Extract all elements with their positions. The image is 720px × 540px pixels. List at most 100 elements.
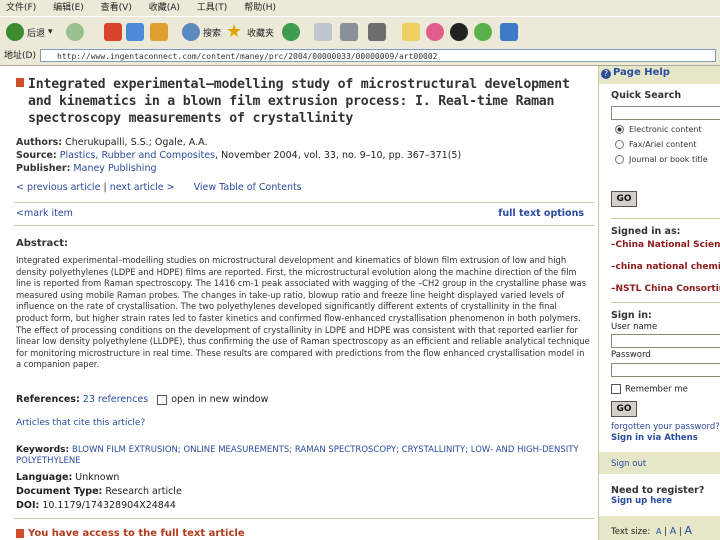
menu-favorites[interactable]: 收藏(A)	[149, 3, 180, 13]
msn-button[interactable]	[474, 22, 492, 42]
radio-electronic[interactable]: Electronic content	[615, 125, 702, 134]
keywords-links[interactable]: BLOWN FILM EXTRUSION; ONLINE MEASUREMENT…	[16, 445, 579, 466]
org-2: –china national chemical information cen…	[611, 262, 720, 272]
forward-arrow-icon	[66, 23, 84, 41]
sign-in-heading: Sign in:	[611, 310, 652, 321]
mark-item-link[interactable]: <mark item	[16, 203, 73, 225]
sign-in-go-button[interactable]: GO	[611, 401, 637, 417]
home-button[interactable]	[150, 22, 168, 42]
remember-checkbox[interactable]	[611, 384, 621, 394]
signed-in-heading: Signed in as:	[611, 226, 681, 237]
language-value: Unknown	[75, 472, 120, 483]
penguin-icon	[450, 23, 468, 41]
menu-file[interactable]: 文件(F)	[6, 3, 36, 13]
star-icon: ★	[226, 21, 243, 42]
menu-edit[interactable]: 编辑(E)	[53, 3, 84, 13]
quick-search-heading: Quick Search	[611, 90, 682, 101]
radio-icon	[615, 140, 624, 149]
references-label: References:	[16, 394, 80, 405]
stop-button[interactable]	[104, 22, 122, 42]
article-title: Integrated experimental–modelling study …	[28, 77, 570, 126]
note-icon	[402, 23, 420, 41]
register-heading: Need to register?	[611, 485, 705, 496]
divider	[611, 302, 720, 303]
radio-icon	[615, 155, 624, 164]
doctype-value: Research article	[105, 486, 182, 497]
references-link[interactable]: 23 references	[83, 394, 148, 405]
abstract-heading: Abstract:	[16, 238, 69, 249]
address-input[interactable]: http://www.ingentaconnect.com/content/ma…	[40, 49, 716, 62]
text-size-small[interactable]: A	[656, 527, 661, 536]
prev-article-link[interactable]: < previous article	[16, 182, 100, 193]
radio-fax[interactable]: Fax/Ariel content	[615, 140, 697, 149]
source-label: Source:	[16, 150, 57, 161]
publisher-label: Publisher:	[16, 163, 71, 174]
back-arrow-icon	[6, 23, 24, 41]
full-text-options-link[interactable]: full text options	[498, 203, 584, 225]
back-button[interactable]: 后退 ▾	[6, 22, 53, 42]
username-input[interactable]	[611, 334, 720, 348]
extension-button[interactable]	[500, 22, 518, 42]
menu-view[interactable]: 查看(V)	[101, 3, 132, 13]
org-1: –China National Science Committee	[611, 240, 720, 250]
qq-button[interactable]	[450, 22, 468, 42]
pdf-icon	[16, 78, 24, 87]
new-window-label: open in new window	[171, 394, 269, 405]
refresh-button[interactable]	[126, 22, 144, 42]
page-help-link[interactable]: Page Help	[613, 67, 670, 78]
browser-toolbar: 后退 ▾ 搜索 ★ 收藏夹	[0, 16, 720, 48]
athens-link[interactable]: Sign in via Athens	[611, 433, 698, 443]
toc-link[interactable]: View Table of Contents	[194, 182, 302, 193]
next-article-link[interactable]: next article >	[110, 182, 175, 193]
source-details: , November 2004, vol. 33, no. 9–10, pp. …	[215, 150, 462, 161]
article-nav: < previous article | next article > View…	[16, 182, 302, 193]
radio-journal-label: Journal or book title	[629, 155, 708, 164]
language-label: Language:	[16, 472, 73, 483]
quick-search-input[interactable]	[611, 106, 720, 120]
source-row: Source: Plastics, Rubber and Composites,…	[16, 149, 461, 162]
references-row: References: 23 references open in new wi…	[16, 394, 268, 405]
forgot-password-link[interactable]: forgotten your password?	[611, 422, 720, 432]
printer-icon	[340, 23, 358, 41]
new-window-checkbox[interactable]	[157, 394, 168, 405]
history-icon	[282, 23, 300, 41]
sidebar: ? Page Help Quick Search Electronic cont…	[598, 66, 720, 540]
keywords-label: Keywords:	[16, 445, 70, 455]
text-size-large[interactable]: A	[685, 524, 693, 537]
chevron-down-icon: ▾	[48, 27, 53, 37]
doctype-row: Document Type: Research article	[16, 486, 182, 497]
search-button[interactable]: 搜索	[182, 22, 221, 42]
favorites-button[interactable]: ★ 收藏夹	[226, 22, 274, 42]
radio-fax-label: Fax/Ariel content	[629, 140, 697, 149]
text-size-row: Text size: A | A | A	[611, 524, 692, 537]
menu-tools[interactable]: 工具(T)	[197, 3, 228, 13]
print-button[interactable]	[340, 22, 358, 42]
stop-icon	[104, 23, 122, 41]
language-row: Language: Unknown	[16, 472, 119, 483]
mail-button[interactable]	[314, 22, 332, 42]
text-size-medium[interactable]: A	[670, 526, 677, 537]
authors-row: Authors: Cherukupalli, S.S.; Ogale, A.A.	[16, 136, 207, 149]
sign-out-link[interactable]: Sign out	[611, 459, 646, 469]
radio-selected-icon	[615, 125, 624, 134]
access-notice-text: You have access to the full text article	[28, 528, 245, 539]
search-go-button[interactable]: GO	[611, 191, 637, 207]
forward-button[interactable]	[66, 22, 84, 42]
divider	[14, 518, 594, 519]
username-label: User name	[611, 322, 658, 332]
sign-up-link[interactable]: Sign up here	[611, 496, 672, 506]
password-input[interactable]	[611, 363, 720, 377]
citing-articles-link[interactable]: Articles that cite this article?	[16, 418, 145, 428]
history-button[interactable]	[282, 22, 300, 42]
abstract-text: Integrated experimental–modelling studie…	[16, 255, 590, 370]
menu-bar: 文件(F) 编辑(E) 查看(V) 收藏(A) 工具(T) 帮助(H)	[0, 0, 720, 16]
journal-link[interactable]: Plastics, Rubber and Composites	[60, 150, 215, 161]
remember-label: Remember me	[625, 384, 688, 395]
note-button[interactable]	[402, 22, 420, 42]
flower-button[interactable]	[426, 22, 444, 42]
menu-help[interactable]: 帮助(H)	[244, 3, 276, 13]
favorites-label: 收藏夹	[247, 28, 275, 39]
publisher-link[interactable]: Maney Publishing	[73, 163, 156, 174]
edit-button[interactable]	[368, 22, 386, 42]
radio-journal[interactable]: Journal or book title	[615, 155, 708, 164]
